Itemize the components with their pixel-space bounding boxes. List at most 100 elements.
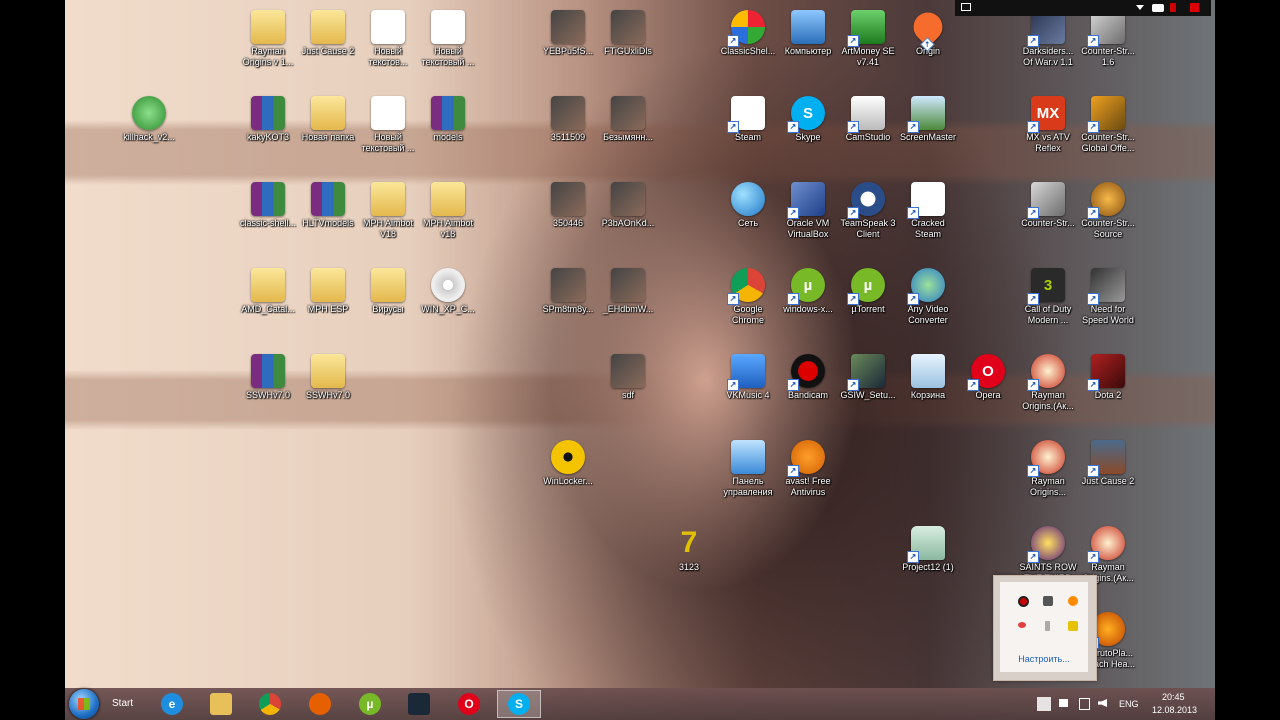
desktop-icon[interactable]: MPH Aimbot v18 [417, 176, 479, 240]
disc-icon [431, 268, 465, 302]
desktop-icon[interactable]: P3bAOnKd... [597, 176, 659, 229]
taskbar-firefox[interactable] [298, 690, 342, 718]
clock-time[interactable]: 20:45 [1162, 692, 1185, 702]
desktop-icon[interactable]: kakyKOT3 [237, 90, 299, 143]
taskbar-skype[interactable]: S [497, 690, 541, 718]
desktop-icon[interactable]: ↗ Google Chrome [717, 262, 779, 326]
desktop-icon[interactable]: ↗ Any Video Converter [897, 262, 959, 326]
desktop-icon-label: Steam [734, 132, 761, 142]
desktop-icon[interactable]: ↗ Counter-Str... Source [1077, 176, 1139, 240]
desktop-icon[interactable]: Сеть [717, 176, 779, 229]
desktop-icon[interactable]: Новый текстовый ... [357, 90, 419, 154]
desktop-icon[interactable]: MPH Aimbot V18 [357, 176, 419, 240]
desktop-icon[interactable]: ↗ Need for Speed World [1077, 262, 1139, 326]
customize-link[interactable]: Настроить... [1000, 654, 1088, 664]
desktop-icon[interactable]: _EHdbmW... [597, 262, 659, 315]
desktop-icon[interactable]: Новый текстов... [357, 4, 419, 68]
desktop-icon[interactable]: ↗Origin [897, 4, 959, 57]
taskbar-utorrent[interactable]: µ [348, 690, 392, 718]
desktop-icon[interactable]: ↗ Just Cause 2 [1077, 434, 1139, 487]
desktop-icon[interactable]: classic-shell... [237, 176, 299, 229]
desktop-icon[interactable]: Корзина [897, 348, 959, 401]
desktop-icon[interactable]: Rayman Origins v 1... [237, 4, 299, 68]
shortcut-arrow-icon: ↗ [847, 121, 859, 133]
network-icon[interactable] [1079, 698, 1090, 710]
desktop-icon[interactable]: µ ↗ µTorrent [837, 262, 899, 315]
desktop-icon[interactable]: MX ↗ MX vs ATV Reflex [1017, 90, 1079, 154]
desktop-icon[interactable]: ↗ Rayman Origins... [1017, 434, 1079, 498]
desktop-icon[interactable]: 3 ↗ Call of Duty Modern ... [1017, 262, 1079, 326]
desktop-icon[interactable]: ↗ ScreenMaster [897, 90, 959, 143]
desktop-icon[interactable]: YEBPu5fS... [537, 4, 599, 57]
desktop-icon[interactable]: WIN_XP_C... [417, 262, 479, 315]
desktop-icon[interactable]: Новая папка [297, 90, 359, 143]
desktop-icon[interactable]: MPH ESP [297, 262, 359, 315]
clock-date[interactable]: 12.08.2013 [1152, 705, 1197, 715]
desktop-icon[interactable]: ↗ ArtMoney SE v7.41 [837, 4, 899, 68]
show-hidden-icons-button[interactable] [1037, 697, 1051, 711]
desktop-icon[interactable]: SSWHv7.0 [297, 348, 359, 401]
stop-icon[interactable] [1190, 3, 1199, 12]
taskbar-file-explorer[interactable] [199, 690, 243, 718]
desktop-icon[interactable]: Компьютер [777, 4, 839, 57]
camera-icon[interactable] [1152, 4, 1164, 12]
desktop-icon[interactable]: Just Cause 2 [297, 4, 359, 57]
shield-tray-icon[interactable] [1068, 621, 1078, 631]
taskbar-steam[interactable] [397, 690, 441, 718]
desktop-icon[interactable]: AMD_Catal... [237, 262, 299, 315]
desktop-icon[interactable]: FTiGUxliDls [597, 4, 659, 57]
desktop-icon[interactable]: HLTVmodels [297, 176, 359, 229]
desktop-icon[interactable]: Вирусы [357, 262, 419, 315]
restore-icon[interactable] [961, 3, 971, 11]
desktop-icon[interactable]: SSWHv7.0 [237, 348, 299, 401]
desktop-icon[interactable]: ↗ Bandicam [777, 348, 839, 401]
taskbar-opera[interactable]: O [447, 690, 491, 718]
desktop-icon[interactable]: ↗ avast! Free Antivirus [777, 434, 839, 498]
start-label[interactable]: Start [112, 698, 133, 709]
flag-icon[interactable] [1059, 699, 1068, 707]
desktop-icon[interactable]: ↗ Oracle VM VirtualBox [777, 176, 839, 240]
start-button[interactable] [69, 689, 99, 719]
desktop-icon[interactable]: O ↗ Opera [957, 348, 1019, 401]
red-tray-icon[interactable] [1018, 622, 1026, 628]
usb-tray-icon[interactable] [1045, 621, 1050, 631]
chevron-down-icon[interactable] [1136, 5, 1144, 10]
desktop-icon-label: Безымянн... [603, 132, 653, 142]
doc-icon: ↗ [727, 96, 765, 133]
desktop-icon[interactable]: ↗ GSIW_Setu... [837, 348, 899, 401]
language-indicator[interactable]: ENG [1119, 699, 1139, 709]
shortcut-arrow-icon: ↗ [1087, 293, 1099, 305]
camstudio-tray-icon[interactable] [1043, 596, 1053, 606]
desktop-icon[interactable]: ↗ Counter-Str... [1017, 176, 1079, 229]
taskbar-google-chrome[interactable] [248, 690, 292, 718]
avast-tray-icon[interactable] [1068, 596, 1078, 606]
desktop-icon[interactable]: ↗ Steam [717, 90, 779, 143]
taskbar-internet-explorer[interactable]: e [150, 690, 194, 718]
bandicam-tray-icon[interactable] [1018, 596, 1029, 607]
desktop-icon[interactable]: ↗ ClassicShel... [717, 4, 779, 57]
desktop-icon[interactable]: Безымянн... [597, 90, 659, 143]
pause-icon[interactable] [1170, 3, 1176, 12]
desktop-icon[interactable]: ↗ Project12 (1) [897, 520, 959, 573]
desktop-icon[interactable]: Панель управления [717, 434, 779, 498]
desktop-icon[interactable]: ↗ VKMusic 4 [717, 348, 779, 401]
desktop-icon[interactable]: killhack_v2... [118, 90, 180, 143]
desktop-icon[interactable]: 350446 [537, 176, 599, 229]
desktop-icon[interactable]: 3511509 [537, 90, 599, 143]
desktop-icon[interactable]: models [417, 90, 479, 143]
desktop-icon[interactable]: S ↗ Skype [777, 90, 839, 143]
desktop-icon[interactable]: ↗ Rayman Origins.(Ак... [1017, 348, 1079, 412]
desktop-icon[interactable]: ↗ Dota 2 [1077, 348, 1139, 401]
desktop-icon[interactable]: SPm8tm8y... [537, 262, 599, 315]
folder-icon [210, 693, 232, 715]
desktop-icon[interactable]: sdf [597, 348, 659, 401]
desktop-icon[interactable]: ↗ TeamSpeak 3 Client [837, 176, 899, 240]
desktop-icon[interactable]: Новый текстовый ... [417, 4, 479, 68]
desktop-icon[interactable]: ↗ Cracked Steam [897, 176, 959, 240]
desktop-icon[interactable]: ↗ Counter-Str... Global Offe... [1077, 90, 1139, 154]
desktop-icon[interactable]: ↗ CamStudio [837, 90, 899, 143]
desktop-icon[interactable]: µ ↗ windows-x... [777, 262, 839, 315]
desktop-icon[interactable]: 7 3123 [658, 520, 720, 573]
volume-icon[interactable] [1098, 699, 1107, 707]
desktop-icon[interactable]: WinLocker... [537, 434, 599, 487]
